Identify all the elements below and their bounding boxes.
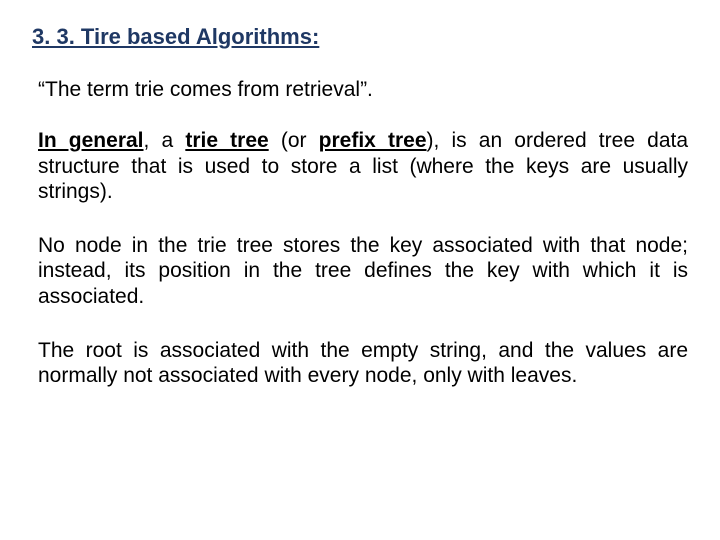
text-sep: ,: [144, 129, 162, 152]
text-a: a: [162, 129, 186, 152]
text-b: (or: [269, 129, 319, 152]
paragraph-root: The root is associated with the empty st…: [38, 338, 688, 389]
term-prefix-tree: prefix tree: [319, 129, 427, 152]
quote-line: “The term trie comes from retrieval”.: [38, 78, 692, 102]
term-trie-tree: trie tree: [185, 129, 268, 152]
paragraph-definition: In general, a trie tree (or prefix tree)…: [38, 128, 688, 205]
section-heading: 3. 3. Tire based Algorithms:: [32, 24, 692, 50]
paragraph-node: No node in the trie tree stores the key …: [38, 233, 688, 310]
lead-phrase: In general: [38, 129, 144, 152]
